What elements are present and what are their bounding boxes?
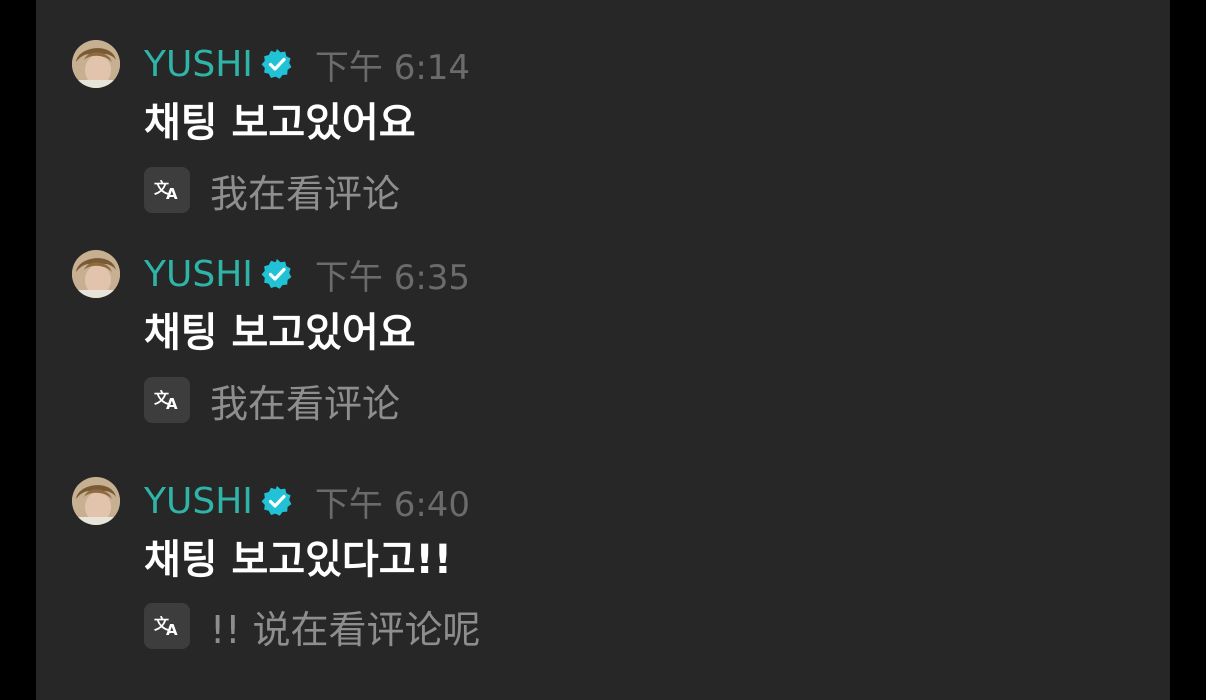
svg-text:A: A (166, 185, 178, 203)
message-header: YUSHI 下午 6:40 (144, 477, 470, 525)
translation-row: 文 A 我在看评论 (144, 376, 400, 426)
translation-row: 文 A 我在看评论 (144, 166, 400, 216)
message-header: YUSHI 下午 6:35 (144, 250, 470, 298)
message-header: YUSHI 下午 6:14 (144, 40, 470, 88)
message-timestamp: 下午 6:40 (314, 484, 471, 525)
translation-text: !! 说在看评论呢 (210, 607, 481, 652)
avatar[interactable] (72, 40, 120, 88)
translation-row: 文 A !! 说在看评论呢 (144, 602, 481, 652)
username[interactable]: YUSHI (144, 254, 253, 295)
username[interactable]: YUSHI (144, 44, 253, 85)
translation-text: 我在看评论 (210, 381, 401, 426)
message-timestamp: 下午 6:14 (314, 47, 471, 88)
svg-text:A: A (166, 621, 178, 639)
avatar[interactable] (72, 250, 120, 298)
translate-icon[interactable]: 文 A (144, 167, 190, 213)
chat-panel: YUSHI 下午 6:14 채팅 보고있어요 文 A 我在看评论 YUSHI 下… (36, 0, 1170, 700)
avatar[interactable] (72, 477, 120, 525)
username[interactable]: YUSHI (144, 481, 253, 522)
translate-icon[interactable]: 文 A (144, 377, 190, 423)
message-text: 채팅 보고있다고!! (144, 537, 453, 583)
verified-badge-icon (261, 258, 293, 290)
svg-text:A: A (166, 395, 178, 413)
message-text: 채팅 보고있어요 (144, 310, 416, 356)
verified-badge-icon (261, 485, 293, 517)
verified-badge-icon (261, 48, 293, 80)
translation-text: 我在看评论 (210, 171, 401, 216)
message-text: 채팅 보고있어요 (144, 100, 416, 146)
translate-icon[interactable]: 文 A (144, 603, 190, 649)
message-timestamp: 下午 6:35 (314, 257, 471, 298)
